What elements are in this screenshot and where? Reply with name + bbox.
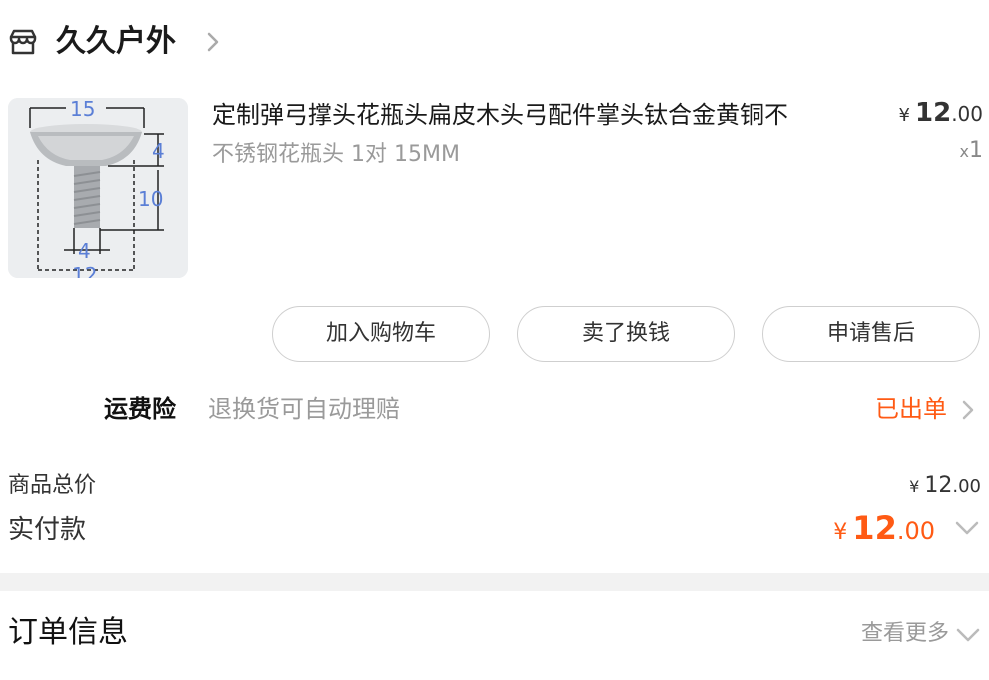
price-decimal: .00 xyxy=(951,102,983,126)
goods-total-label: 商品总价 xyxy=(8,473,97,498)
image-dim-label: 10 xyxy=(138,187,163,211)
order-info-title: 订单信息 xyxy=(8,615,128,650)
product-title[interactable]: 定制弹弓撑头花瓶头扁皮木头弓配件掌头钛合金黄铜不 xyxy=(212,98,872,132)
price-integer: 12 xyxy=(924,473,953,498)
goods-total-value: ¥ 12.00 xyxy=(909,470,981,503)
add-to-cart-button[interactable]: 加入购物车 xyxy=(272,306,490,362)
currency-symbol: ¥ xyxy=(898,105,910,126)
currency-symbol: ¥ xyxy=(909,477,920,496)
product-image[interactable]: 15 4 10 4 12 xyxy=(8,98,188,278)
section-divider xyxy=(0,573,989,591)
quantity-prefix: x xyxy=(959,142,969,161)
chevron-down-icon[interactable] xyxy=(955,626,981,644)
product-sku: 不锈钢花瓶头 1对 15MM xyxy=(212,142,460,167)
image-dim-label: 12 xyxy=(72,263,97,278)
store-icon xyxy=(8,28,38,56)
product-price: ¥ 12.00 xyxy=(898,98,983,128)
chevron-right-icon[interactable] xyxy=(204,28,222,56)
insurance-description: 退换货可自动理赔 xyxy=(208,395,400,423)
image-dim-label: 15 xyxy=(70,98,95,121)
paid-label: 实付款 xyxy=(8,515,87,545)
price-decimal: .00 xyxy=(896,517,935,545)
currency-symbol: ¥ xyxy=(833,520,848,545)
insurance-label: 运费险 xyxy=(104,395,176,423)
chevron-down-icon[interactable] xyxy=(953,518,981,538)
insurance-status[interactable]: 已出单 xyxy=(875,392,947,426)
resell-button[interactable]: 卖了换钱 xyxy=(517,306,735,362)
shop-name[interactable]: 久久户外 xyxy=(56,22,176,62)
price-decimal: .00 xyxy=(952,476,981,497)
paid-value: ¥ 12.00 xyxy=(833,508,935,554)
after-sales-button[interactable]: 申请售后 xyxy=(762,306,980,362)
product-quantity: x1 xyxy=(960,138,983,163)
price-integer: 12 xyxy=(915,98,952,128)
chevron-right-icon[interactable] xyxy=(961,398,975,422)
view-more-link[interactable]: 查看更多 xyxy=(861,618,949,650)
price-integer: 12 xyxy=(852,509,897,547)
quantity-value: 1 xyxy=(969,138,983,163)
image-dim-label: 4 xyxy=(152,139,165,163)
image-dim-label: 4 xyxy=(78,239,91,263)
